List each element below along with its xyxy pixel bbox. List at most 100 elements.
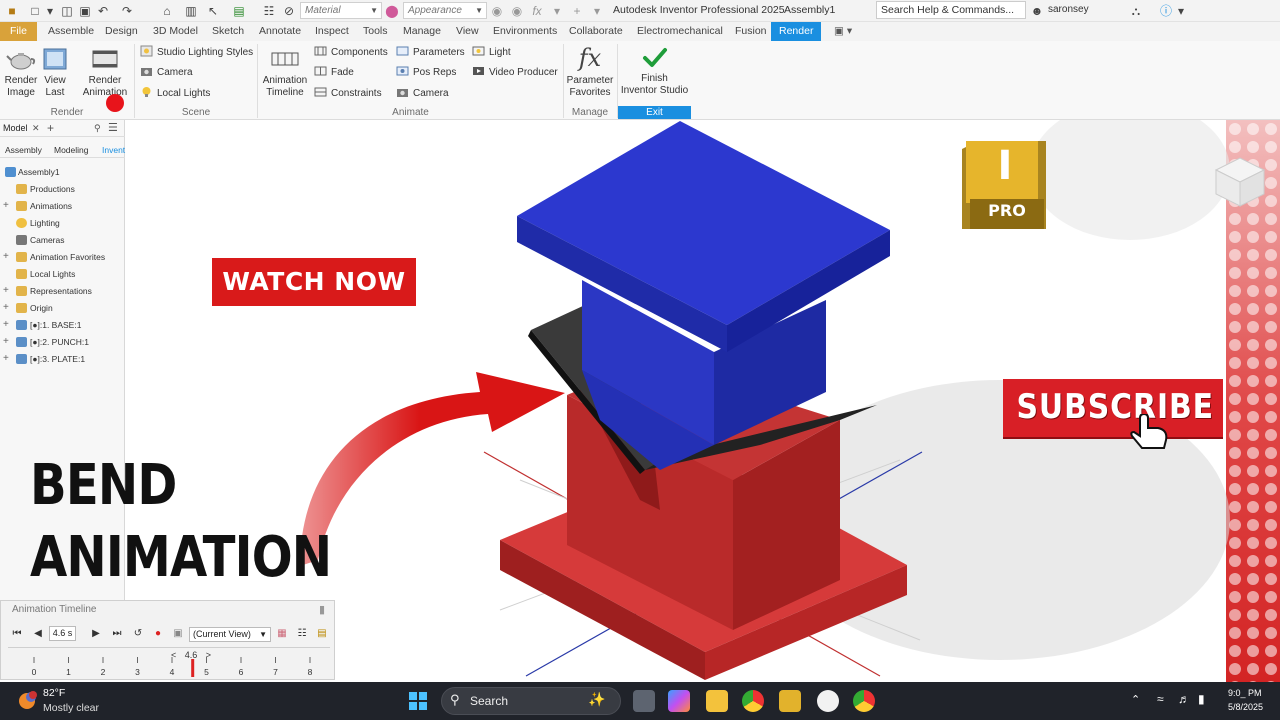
animate-camera-button[interactable]: Camera [396, 86, 449, 102]
tab-tools[interactable]: Tools [363, 22, 388, 41]
browser-tab-modeling[interactable]: Modeling [54, 142, 89, 158]
windows-start-icon[interactable] [409, 692, 427, 710]
expand-icon[interactable]: + [3, 198, 11, 214]
play-forward-icon[interactable]: ▶ [90, 627, 102, 641]
tab-render[interactable]: Render [771, 22, 822, 41]
appearance-field[interactable]: Appearance ▼ [403, 2, 487, 19]
fx-icon[interactable]: fx [530, 3, 544, 19]
measure-icon[interactable]: ▤ [232, 3, 246, 19]
view-last-button[interactable]: View Last [40, 45, 70, 99]
render-camera-icon[interactable]: ▣ [171, 627, 185, 641]
open-icon[interactable]: ◫ [60, 3, 74, 19]
tab-electromechanical[interactable]: Electromechanical [637, 22, 723, 41]
expand-icon[interactable]: + [3, 300, 11, 316]
plus-icon[interactable]: + [570, 3, 584, 19]
animation-favorites-icon[interactable]: ▦ [275, 627, 289, 641]
current-time-field[interactable]: 4.6 s [49, 626, 76, 641]
chrome-profile-icon[interactable] [853, 690, 875, 712]
animate-components-button[interactable]: Components [314, 45, 388, 61]
undo-icon[interactable]: ↶ [96, 3, 110, 19]
tab-design[interactable]: Design [105, 22, 138, 41]
app-icon[interactable] [817, 690, 839, 712]
tab-annotate[interactable]: Annotate [259, 22, 301, 41]
tab-environments[interactable]: Environments [493, 22, 557, 41]
user-icon[interactable]: ☻ [1030, 3, 1044, 19]
add-icon[interactable]: + [47, 120, 54, 137]
clock-time[interactable]: 9:0_ PM [1228, 688, 1262, 698]
new-dropdown-icon[interactable]: ▾ [44, 3, 56, 19]
copilot-icon[interactable] [668, 690, 690, 712]
select-icon[interactable]: ↖ [206, 3, 220, 19]
video-producer-button[interactable]: Video Producer [472, 65, 558, 81]
render-image-button[interactable]: Render Image [2, 45, 40, 99]
tab-view[interactable]: View [456, 22, 479, 41]
animate-light-button[interactable]: Light [472, 45, 511, 61]
studio-lighting-styles-button[interactable]: Studio Lighting Styles [140, 45, 253, 61]
expand-icon[interactable]: + [3, 317, 11, 333]
tab-sketch[interactable]: Sketch [212, 22, 244, 41]
clock-date[interactable]: 5/8/2025 [1228, 702, 1263, 712]
qat-dropdown-icon[interactable]: ▾ [550, 3, 564, 19]
clear-icon[interactable]: ◉ [510, 3, 524, 19]
panel-grip-icon[interactable]: ▮ [319, 603, 325, 616]
inventor-taskbar-icon[interactable] [779, 690, 801, 712]
parameter-favorites-button[interactable]: fx Parameter Favorites [565, 43, 615, 99]
chrome-icon[interactable] [742, 690, 764, 712]
tab-inspect[interactable]: Inspect [315, 22, 349, 41]
ribbon-options-icon[interactable]: ▣ ▾ [834, 22, 852, 41]
material-field[interactable]: Material ▼ [300, 2, 382, 19]
search-icon[interactable]: ⚲ [94, 120, 101, 137]
loop-icon[interactable]: ↺ [131, 627, 145, 641]
clear-override-icon[interactable]: ⊘ [282, 3, 296, 19]
timeline-playhead[interactable] [191, 659, 195, 677]
tab-manage[interactable]: Manage [403, 22, 441, 41]
menu-icon[interactable]: ☰ [108, 120, 118, 137]
home-icon[interactable]: ⌂ [160, 3, 174, 19]
volume-icon[interactable]: ♬ [1178, 692, 1190, 706]
task-view-icon[interactable] [633, 690, 655, 712]
new-file-icon[interactable]: □ [28, 3, 42, 19]
go-to-end-icon[interactable]: ⏭ [111, 627, 123, 641]
camera-view-select[interactable]: (Current View) ▼ [189, 627, 271, 642]
local-lights-button[interactable]: Local Lights [140, 86, 210, 102]
go-to-start-icon[interactable]: ⏮ [11, 627, 23, 641]
cart-icon[interactable]: ⛬ [1128, 3, 1144, 19]
expand-icon[interactable]: + [3, 249, 11, 265]
expand-icon[interactable]: + [3, 334, 11, 350]
record-icon[interactable]: ● [152, 627, 164, 641]
help-dropdown-icon[interactable]: ▾ [1176, 3, 1186, 19]
weather-description[interactable]: Mostly clear [43, 702, 99, 714]
file-explorer-icon[interactable] [706, 690, 728, 712]
user-name[interactable]: saronsey [1048, 4, 1089, 15]
browser-tab-assembly[interactable]: Assembly [5, 142, 42, 158]
battery-icon[interactable]: ▮ [1198, 692, 1205, 706]
play-reverse-icon[interactable]: ◀ [32, 627, 44, 641]
app-menu-icon[interactable]: ■ [6, 3, 18, 19]
tab-collaborate[interactable]: Collaborate [569, 22, 623, 41]
scene-camera-button[interactable]: Camera [140, 65, 193, 81]
update-icon[interactable]: ▥ [184, 3, 198, 19]
render-animation-button[interactable]: Render Animation [80, 45, 130, 99]
animation-timeline-button[interactable]: Animation Timeline [259, 45, 311, 99]
animate-pos-reps-button[interactable]: Pos Reps [396, 65, 456, 81]
close-icon[interactable]: ✕ [32, 120, 40, 137]
weather-temperature[interactable]: 82°F [43, 687, 65, 699]
save-icon[interactable]: ▣ [78, 3, 92, 19]
expand-icon[interactable]: + [3, 351, 11, 367]
customize-icon[interactable]: ▾ [590, 3, 604, 19]
animate-parameters-button[interactable]: Parameters [396, 45, 465, 61]
help-search-input[interactable]: Search Help & Commands... [876, 1, 1026, 19]
adjust-icon[interactable]: ◉ [490, 3, 504, 19]
tab-fusion[interactable]: Fusion [735, 22, 767, 41]
tab-3d-model[interactable]: 3D Model [153, 22, 198, 41]
finish-inventor-studio-button[interactable]: Finish Inventor Studio [618, 45, 691, 97]
expand-action-editor-icon[interactable]: ▤ [315, 627, 329, 641]
chevron-up-icon[interactable]: ⌃ [1131, 693, 1140, 706]
redo-icon[interactable]: ↷ [120, 3, 134, 19]
wifi-icon[interactable]: ≈ [1157, 692, 1164, 706]
settings-icon[interactable]: ☷ [295, 627, 309, 641]
expand-icon[interactable]: + [3, 283, 11, 299]
tab-file[interactable]: File [0, 22, 37, 41]
help-icon[interactable]: ⓘ [1158, 3, 1174, 19]
browser-tab-inventor[interactable]: Invent [102, 142, 125, 158]
